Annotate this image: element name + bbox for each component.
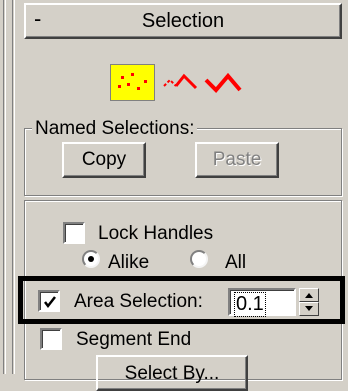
- vertex-level-button[interactable]: [110, 64, 155, 101]
- segment-end-checkbox[interactable]: [40, 328, 62, 350]
- copy-button[interactable]: Copy: [62, 142, 146, 178]
- named-selections-label: Named Selections:: [32, 118, 198, 140]
- select-by-button[interactable]: Select By...: [96, 355, 248, 391]
- segment-level-button[interactable]: [160, 66, 200, 98]
- radio-selected-dot: [88, 256, 94, 262]
- lock-handles-label: Lock Handles: [98, 223, 214, 244]
- alike-radio[interactable]: [82, 250, 100, 268]
- segment-end-label: Segment End: [76, 329, 192, 350]
- paste-button[interactable]: Paste: [195, 142, 279, 178]
- all-label: All: [225, 252, 247, 273]
- spline-icon: [204, 72, 242, 93]
- panel-left-border: [3, 0, 6, 374]
- collapse-icon[interactable]: -: [34, 6, 41, 32]
- panel-inner-left-border: [12, 0, 15, 374]
- all-radio[interactable]: [190, 250, 208, 268]
- area-selection-highlight: [18, 276, 345, 324]
- rollout-header[interactable]: - Selection: [24, 3, 342, 39]
- select-by-label: Select By...: [124, 363, 220, 384]
- rollout-title: Selection: [141, 9, 225, 32]
- paste-button-label: Paste: [212, 149, 262, 170]
- copy-button-label: Copy: [81, 149, 127, 170]
- segment-icon: [163, 73, 198, 90]
- alike-label: Alike: [108, 252, 150, 273]
- vertex-icon: [118, 73, 147, 90]
- lock-handles-checkbox[interactable]: [63, 222, 85, 244]
- spline-level-button[interactable]: [202, 66, 246, 98]
